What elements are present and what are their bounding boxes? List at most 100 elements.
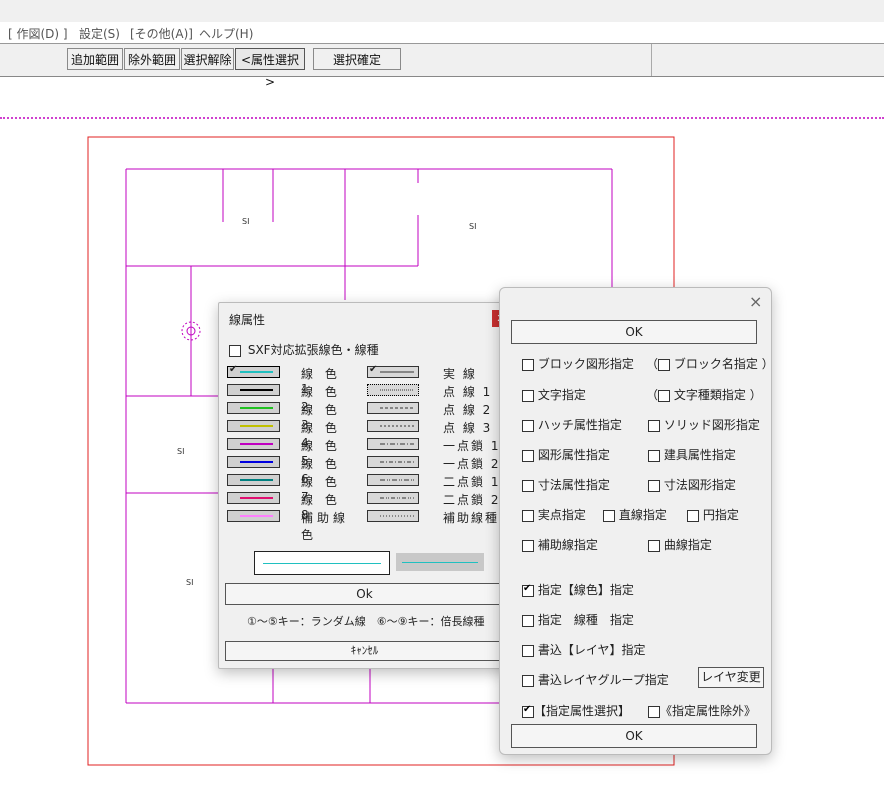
line-type-swatch[interactable] xyxy=(367,438,419,450)
line-type-swatch[interactable]: ✔ xyxy=(367,364,419,378)
straight-option[interactable]: 直線指定 xyxy=(603,506,667,523)
line-type-row[interactable]: 点 線 1 xyxy=(365,381,505,399)
spec-color-option[interactable]: 指定【線色】指定 xyxy=(522,581,634,598)
sxf-option[interactable]: SXF対応拡張線色・線種 xyxy=(229,341,379,358)
line-color-row[interactable]: 線 色 7 xyxy=(223,471,353,504)
check-icon: ✔ xyxy=(369,364,378,375)
color-line-sample xyxy=(240,425,273,427)
line-type-label: 補助線種 xyxy=(443,511,500,525)
close-icon[interactable]: × xyxy=(749,292,762,311)
line-type-row[interactable]: 二点鎖 1 xyxy=(365,471,505,489)
line-type-sample xyxy=(380,425,414,427)
point-option[interactable]: 実点指定 xyxy=(522,506,586,523)
line-color-swatch[interactable] xyxy=(227,456,280,468)
color-line-sample xyxy=(240,371,273,373)
line-type-label: 点 線 3 xyxy=(443,421,493,435)
line-color-row[interactable]: ✔ 線 色 1 xyxy=(223,363,353,396)
line-color-row[interactable]: 線 色 8 xyxy=(223,489,353,522)
line-type-sample xyxy=(380,407,414,409)
line-preview xyxy=(254,551,390,575)
line-color-swatch[interactable]: ✔ xyxy=(227,364,280,378)
text-type-option[interactable]: （ 文字種類指定 ） xyxy=(646,386,762,403)
line-type-row[interactable]: ✔ 実 線 xyxy=(365,363,505,381)
spec-type-option[interactable]: 指定 線種 指定 xyxy=(522,611,634,628)
fixture-attr-option[interactable]: 建具属性指定 xyxy=(648,446,736,463)
line-color-row[interactable]: 線 色 2 xyxy=(223,381,353,414)
ok-bottom-button[interactable]: OK xyxy=(511,724,757,748)
line-type-row[interactable]: 一点鎖 2 xyxy=(365,453,505,471)
circle-option[interactable]: 円指定 xyxy=(687,506,739,523)
check-icon: ✔ xyxy=(229,364,238,375)
line-type-label: 二点鎖 1 xyxy=(443,475,501,489)
shape-attr-option[interactable]: 図形属性指定 xyxy=(522,446,610,463)
line-type-row[interactable]: 一点鎖 1 xyxy=(365,435,505,453)
ok-top-button[interactable]: OK xyxy=(511,320,757,344)
line-color-row[interactable]: 線 色 3 xyxy=(223,399,353,432)
color-line-sample xyxy=(240,497,273,499)
sxf-label: SXF対応拡張線色・線種 xyxy=(247,343,379,357)
line-type-swatch[interactable] xyxy=(367,492,419,504)
hatch-option[interactable]: ハッチ属性指定 xyxy=(522,416,622,433)
color-line-sample xyxy=(240,389,273,391)
dialog-title: 線属性 xyxy=(229,313,266,327)
line-type-row[interactable]: 補助線種 xyxy=(365,507,505,525)
color-line-sample xyxy=(240,515,273,517)
line-type-label: 点 線 1 xyxy=(443,385,493,399)
line-type-row[interactable]: 点 線 2 xyxy=(365,399,505,417)
line-type-swatch[interactable] xyxy=(367,384,419,396)
text-option[interactable]: 文字指定 xyxy=(522,386,586,403)
attr-select-option[interactable]: 【指定属性選択】 xyxy=(522,702,630,719)
color-line-sample xyxy=(240,407,273,409)
room-label: SI xyxy=(177,447,184,456)
room-label: SI xyxy=(186,578,193,587)
attribute-select-dialog: × OK ブロック図形指定 （ ブロック名指定 ） 文字指定 （ 文字種類指定 … xyxy=(499,287,774,755)
line-color-swatch[interactable] xyxy=(227,420,280,432)
line-type-label: 一点鎖 1 xyxy=(443,439,501,453)
line-type-sample xyxy=(380,479,414,481)
room-label: SI xyxy=(469,222,476,231)
line-color-swatch[interactable] xyxy=(227,474,280,486)
attr-exclude-option[interactable]: 《指定属性除外》 xyxy=(648,702,756,719)
layer-write-option[interactable]: 書込【レイヤ】指定 xyxy=(522,641,645,658)
line-type-swatch[interactable] xyxy=(367,510,419,522)
line-type-sample xyxy=(380,497,414,499)
line-preview-sample xyxy=(396,553,484,571)
line-type-swatch[interactable] xyxy=(367,420,419,432)
line-type-row[interactable]: 点 線 3 xyxy=(365,417,505,435)
line-type-label: 二点鎖 2 xyxy=(443,493,501,507)
line-type-row[interactable]: 二点鎖 2 xyxy=(365,489,505,507)
color-line-sample xyxy=(240,443,273,445)
line-type-sample xyxy=(380,443,414,445)
line-color-row[interactable]: 線 色 4 xyxy=(223,417,353,450)
line-type-swatch[interactable] xyxy=(367,402,419,414)
line-type-label: 実 線 xyxy=(443,367,477,381)
block-name-option[interactable]: （ ブロック名指定 ） xyxy=(646,355,774,372)
line-color-label: 補助線色 xyxy=(301,511,350,542)
sxf-checkbox[interactable] xyxy=(229,344,241,357)
layer-group-option[interactable]: 書込レイヤグループ指定 xyxy=(522,671,669,688)
line-color-swatch[interactable] xyxy=(227,384,280,396)
line-type-swatch[interactable] xyxy=(367,456,419,468)
line-color-swatch[interactable] xyxy=(227,510,280,522)
layer-change-button[interactable]: レイヤ変更 xyxy=(698,667,764,688)
color-line-sample xyxy=(240,479,273,481)
block-option[interactable]: ブロック図形指定 xyxy=(522,355,634,372)
line-type-label: 一点鎖 2 xyxy=(443,457,501,471)
solid-option[interactable]: ソリッド図形指定 xyxy=(648,416,760,433)
curve-option[interactable]: 曲線指定 xyxy=(648,536,712,553)
line-type-sample xyxy=(380,515,414,517)
line-color-swatch[interactable] xyxy=(227,402,280,414)
line-type-label: 点 線 2 xyxy=(443,403,493,417)
line-color-row[interactable]: 補助線色 xyxy=(223,507,353,542)
line-type-swatch[interactable] xyxy=(367,474,419,486)
aux-line-option[interactable]: 補助線指定 xyxy=(522,536,598,553)
cancel-button[interactable]: ｷｬﾝｾﾙ xyxy=(225,641,504,661)
dim-attr-option[interactable]: 寸法属性指定 xyxy=(522,476,610,493)
line-color-row[interactable]: 線 色 5 xyxy=(223,435,353,468)
dim-shape-option[interactable]: 寸法図形指定 xyxy=(648,476,736,493)
ok-button[interactable]: Ok xyxy=(225,583,504,605)
line-color-row[interactable]: 線 色 6 xyxy=(223,453,353,486)
key-hint: ①～⑤キー：ランダム線 ⑥～⑨キー：倍長線種 xyxy=(247,615,485,628)
line-color-swatch[interactable] xyxy=(227,438,280,450)
line-color-swatch[interactable] xyxy=(227,492,280,504)
